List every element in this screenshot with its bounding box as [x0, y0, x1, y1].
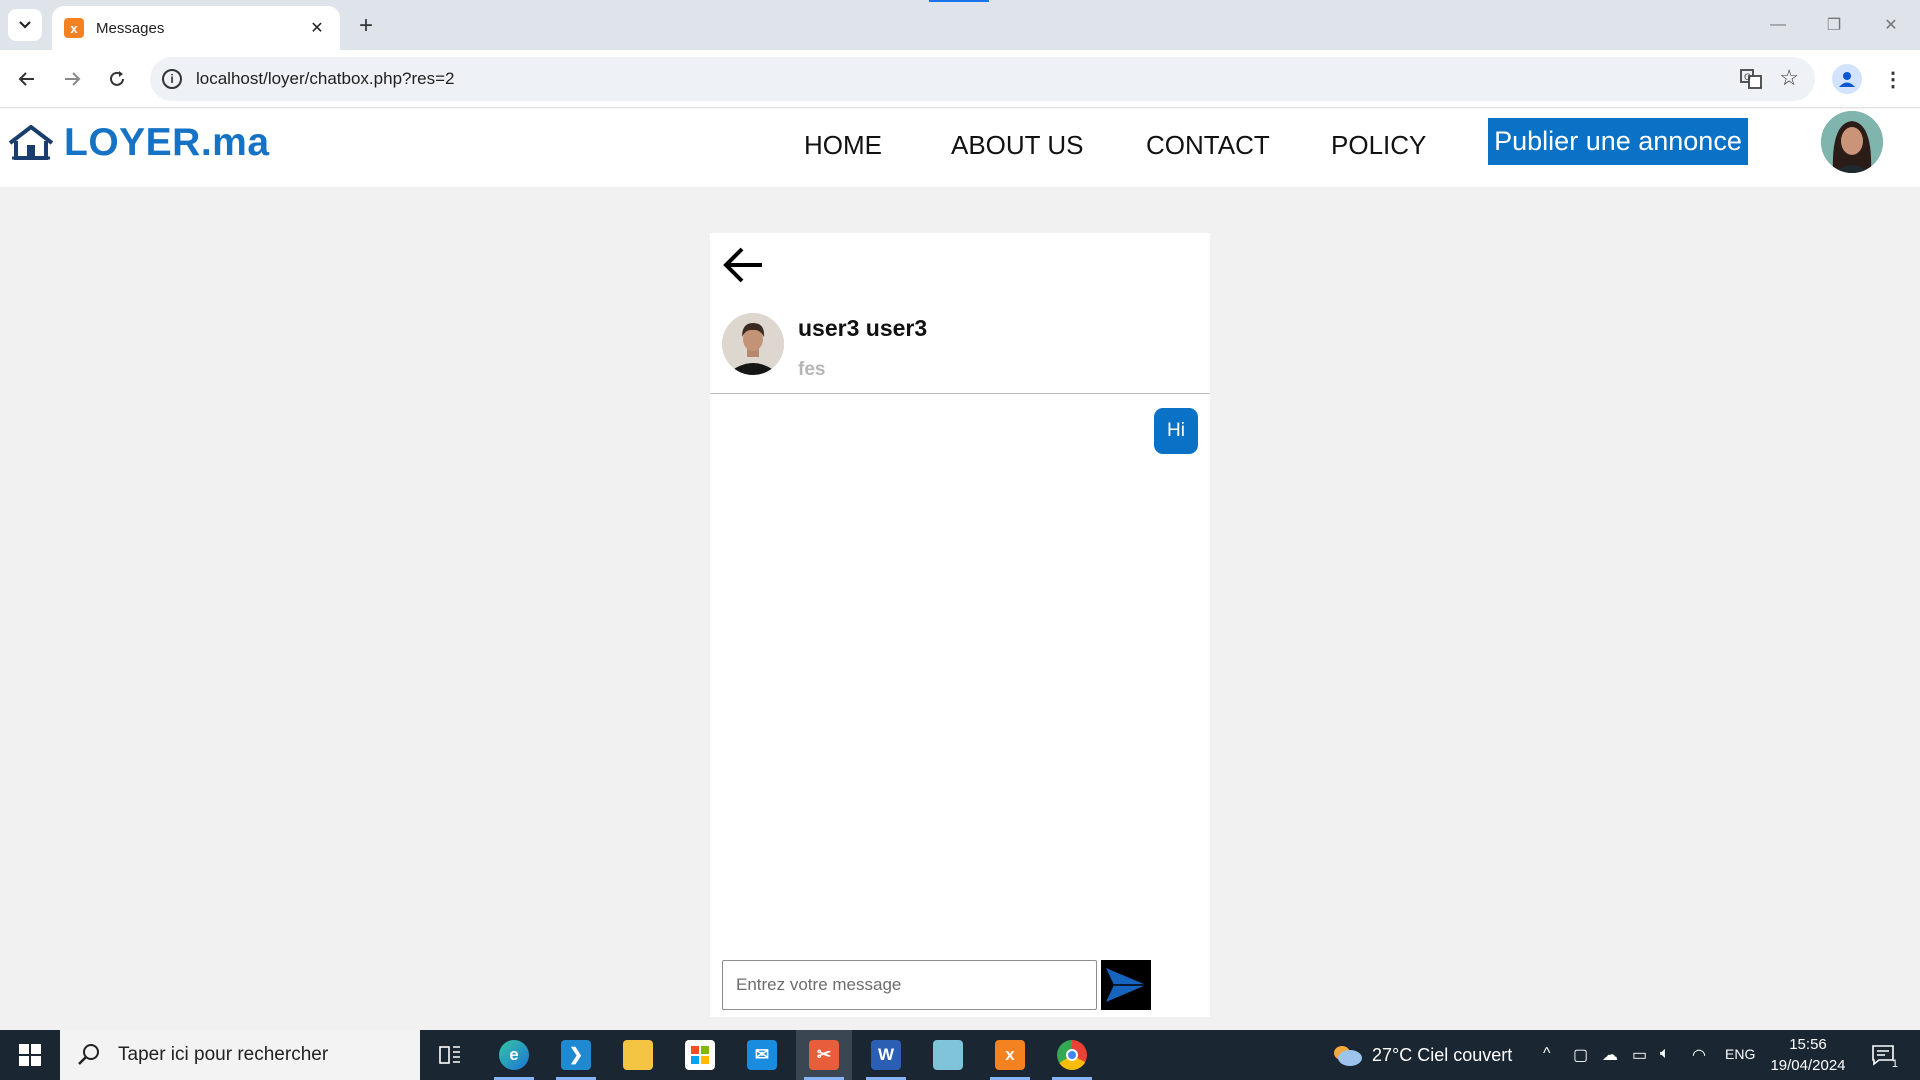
language-indicator[interactable]: ENG [1725, 1046, 1755, 1062]
contact-avatar [722, 313, 784, 375]
minimize-window-icon[interactable]: — [1763, 10, 1793, 40]
chevron-down-icon [19, 21, 31, 29]
folder-icon [623, 1040, 653, 1070]
taskbar-search-placeholder: Taper ici pour rechercher [118, 1044, 329, 1065]
reload-button[interactable] [102, 64, 132, 94]
word-icon: W [871, 1040, 901, 1070]
new-tab-button[interactable]: + [352, 12, 380, 40]
volume-icon[interactable]: 🔈︎ [1660, 1045, 1670, 1063]
tab-search-button[interactable] [8, 9, 42, 41]
search-icon [78, 1044, 99, 1065]
chrome-icon [1057, 1040, 1087, 1070]
translate-icon[interactable]: G [1739, 67, 1763, 91]
nav-policy[interactable]: POLICY [1331, 130, 1426, 161]
chat-box: user3 user3 fes Hi [710, 233, 1210, 1017]
reload-icon [110, 71, 124, 86]
show-hidden-icons-icon[interactable]: ^ [1543, 1045, 1551, 1063]
windows-logo-icon [19, 1044, 41, 1066]
taskbar-mail[interactable]: ✉ [734, 1030, 790, 1080]
onedrive-icon[interactable]: ☁ [1602, 1045, 1618, 1065]
svg-text:G: G [1744, 73, 1751, 83]
close-window-icon[interactable]: ✕ [1876, 10, 1906, 40]
user-avatar[interactable] [1821, 111, 1883, 173]
tab-loading-indicator [929, 0, 989, 2]
task-view-icon [439, 1046, 460, 1064]
windows-taskbar: Taper ici pour rechercher e ❯ ✉ ✂ W x 27… [0, 1030, 1920, 1080]
person-icon [1839, 72, 1855, 87]
taskbar-xampp[interactable]: x [982, 1030, 1038, 1080]
system-clock[interactable]: 15:56 19/04/2024 [1768, 1034, 1848, 1076]
back-button[interactable] [12, 64, 42, 94]
bookmark-star-icon[interactable]: ☆ [1779, 65, 1799, 91]
weather-widget[interactable]: 27°C Ciel couvert [1330, 1043, 1512, 1067]
browser-tab-messages[interactable]: x Messages ✕ [52, 6, 340, 50]
woman-portrait-icon [1821, 111, 1883, 173]
browser-toolbar: i localhost/loyer/chatbox.php?res=2 G ☆ … [0, 50, 1920, 108]
taskbar-vscode[interactable]: ❯ [548, 1030, 604, 1080]
forward-button[interactable] [57, 64, 87, 94]
nav-contact[interactable]: CONTACT [1146, 130, 1270, 161]
meet-now-icon[interactable]: ▢ [1573, 1045, 1588, 1065]
taskbar-search-box[interactable]: Taper ici pour rechercher [60, 1030, 420, 1080]
house-icon [8, 125, 54, 160]
snipping-tool-icon: ✂ [809, 1040, 839, 1070]
taskbar-word[interactable]: W [858, 1030, 914, 1080]
message-input[interactable] [722, 960, 1097, 1010]
store-icon [685, 1040, 715, 1070]
send-icon [1106, 968, 1146, 1002]
battery-icon[interactable]: ▭ [1632, 1045, 1647, 1065]
sent-message-bubble: Hi [1154, 408, 1198, 454]
task-view-button[interactable] [422, 1030, 478, 1080]
site-header: LOYER.ma HOME ABOUT US CONTACT POLICY Pu… [0, 109, 1920, 187]
notification-count: 1 [1891, 1058, 1898, 1070]
cloud-icon [1334, 1046, 1362, 1066]
clock-time: 15:56 [1789, 1036, 1827, 1053]
contact-city: fes [798, 359, 826, 380]
browser-profile-button[interactable] [1832, 64, 1862, 94]
back-arrow-icon[interactable] [722, 245, 764, 285]
site-info-icon[interactable]: i [162, 69, 182, 89]
taskbar-notes[interactable] [920, 1030, 976, 1080]
url-text[interactable]: localhost/loyer/chatbox.php?res=2 [196, 69, 454, 89]
arrow-right-icon [65, 72, 81, 86]
notes-icon [933, 1040, 963, 1070]
address-bar[interactable]: i localhost/loyer/chatbox.php?res=2 G ☆ [150, 57, 1815, 101]
taskbar-snipping-tool[interactable]: ✂ [796, 1030, 852, 1080]
vscode-icon: ❯ [561, 1040, 591, 1070]
close-tab-icon[interactable]: ✕ [306, 17, 328, 39]
nav-home[interactable]: HOME [804, 130, 882, 161]
browser-menu-icon[interactable]: ⋮ [1878, 64, 1908, 94]
logo-text: LOYER.ma [64, 121, 270, 164]
taskbar-chrome[interactable] [1044, 1030, 1100, 1080]
edge-icon: e [499, 1040, 529, 1070]
browser-tab-bar: x Messages ✕ + — ❐ ✕ [0, 0, 1920, 50]
site-logo[interactable]: LOYER.ma [8, 121, 270, 165]
taskbar-store[interactable] [672, 1030, 728, 1080]
weather-text: 27°C Ciel couvert [1372, 1044, 1513, 1065]
taskbar-file-explorer[interactable] [610, 1030, 666, 1080]
clock-date: 19/04/2024 [1770, 1057, 1846, 1074]
publish-listing-button[interactable]: Publier une annonce [1488, 118, 1748, 165]
restore-window-icon[interactable]: ❐ [1819, 10, 1849, 40]
windows-start-button[interactable] [0, 1030, 60, 1080]
tab-title: Messages [96, 19, 165, 37]
man-portrait-icon [722, 313, 784, 375]
xampp-favicon-icon: x [64, 18, 84, 38]
contact-name: user3 user3 [798, 315, 928, 341]
taskbar-edge[interactable]: e [486, 1030, 542, 1080]
xampp-icon: x [995, 1040, 1025, 1070]
send-button[interactable] [1101, 960, 1151, 1010]
chat-contact-header: user3 user3 fes [722, 313, 1202, 383]
nav-about-us[interactable]: ABOUT US [951, 130, 1083, 161]
notification-center-button[interactable]: 1 [1868, 1040, 1898, 1070]
arrow-left-icon [18, 72, 34, 86]
wifi-icon[interactable]: ◠ [1692, 1045, 1706, 1065]
mail-icon: ✉ [747, 1040, 777, 1070]
chat-divider [710, 393, 1210, 394]
